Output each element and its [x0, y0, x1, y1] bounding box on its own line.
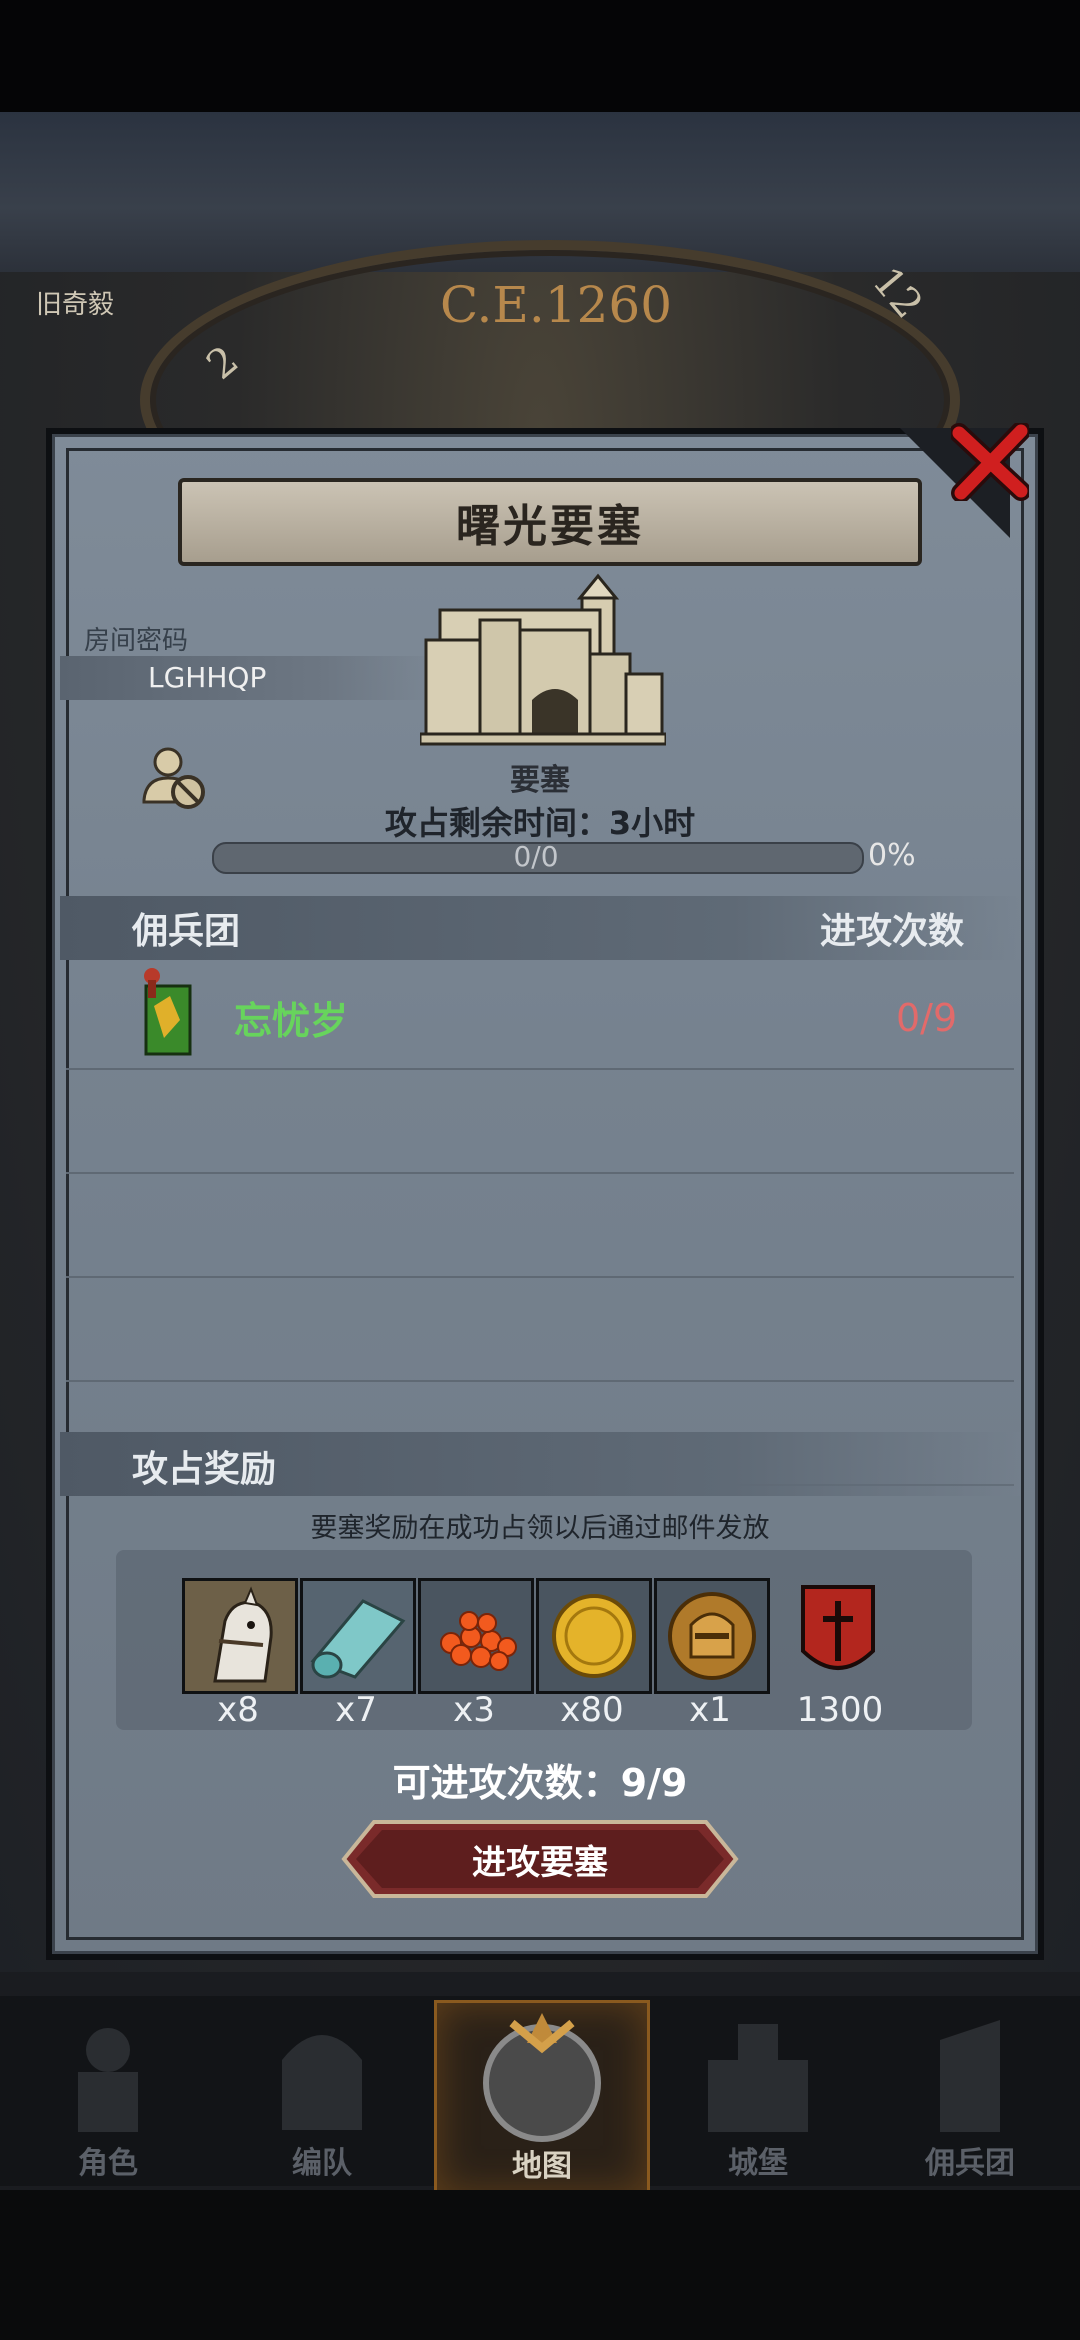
progress-text: 0/0 [513, 840, 559, 873]
horse-icon[interactable] [182, 1578, 298, 1694]
nav-map[interactable]: 地图 [434, 2000, 650, 2196]
status-bar [0, 0, 1080, 112]
fortress-label: 要塞 [510, 763, 570, 798]
nav-formation[interactable]: 编队 [222, 2000, 422, 2190]
gold-coin-icon[interactable] [536, 1578, 652, 1694]
reward-qty: x80 [560, 1690, 624, 1730]
castle-icon [418, 570, 668, 746]
cloth-roll-icon[interactable] [300, 1578, 416, 1694]
knight-icon [78, 2028, 138, 2132]
room-password-label: 房间密码 [84, 626, 189, 656]
nav-label: 角色 [78, 2146, 138, 2181]
helmet-icon [282, 2035, 362, 2130]
nav-label: 佣兵团 [925, 2146, 1015, 2181]
nav-character[interactable]: 角色 [8, 2000, 208, 2190]
attack-fortress-button[interactable]: 进攻要塞 [324, 1818, 756, 1900]
nav-label: 地图 [512, 2149, 572, 2184]
reward-qty: x7 [335, 1690, 377, 1730]
attack-count-header: 进攻次数 [820, 911, 965, 952]
mercenary-attack-count: 0/9 [896, 996, 958, 1040]
guild-banner-icon [140, 966, 196, 1056]
reward-note: 要塞奖励在成功占领以后通过邮件发放 [310, 1513, 770, 1544]
red-shield-emblem-icon[interactable] [780, 1578, 896, 1694]
mercenary-name: 忘忧岁 [234, 999, 349, 1043]
progress-percent: 0% [868, 838, 916, 873]
year-label: C.E.1260 [440, 276, 673, 334]
reward-qty: x3 [453, 1690, 495, 1730]
nav-mercenary[interactable]: 佣兵团 [870, 2000, 1070, 2190]
knight-helmet-coin-icon[interactable] [654, 1578, 770, 1694]
close-icon [951, 423, 1029, 501]
nav-label: 城堡 [728, 2146, 788, 2181]
orange-gems-icon[interactable] [418, 1578, 534, 1694]
user-blocked-icon[interactable] [138, 742, 210, 814]
reward-qty: x1 [689, 1690, 731, 1730]
mercenary-nav-icon [940, 2020, 1000, 2132]
dialog-title: 曙光要塞 [178, 478, 922, 566]
nav-label: 编队 [292, 2146, 352, 2181]
mercenary-section-title: 佣兵团 [132, 911, 241, 952]
empty-row [66, 1276, 1014, 1382]
reward-qty: 1300 [796, 1690, 884, 1730]
mercenary-row[interactable] [66, 964, 1014, 1070]
attack-button-label: 进攻要塞 [472, 1842, 608, 1883]
background-text: 旧奇毅 [36, 290, 115, 320]
reward-section-title: 攻占奖励 [132, 1449, 277, 1490]
attacks-remaining: 可进攻次数：9/9 [392, 1761, 688, 1805]
reward-qty: x8 [217, 1690, 259, 1730]
empty-row [66, 1172, 1014, 1278]
room-code[interactable]: LGHHQP [148, 661, 266, 694]
nav-castle[interactable]: 城堡 [658, 2000, 858, 2190]
compass-map-icon [483, 2013, 601, 2142]
castle-nav-icon [708, 2024, 808, 2132]
empty-row [66, 1068, 1014, 1174]
time-remaining: 攻占剩余时间：3小时 [384, 804, 696, 842]
bottom-bar [0, 2190, 1080, 2340]
close-button[interactable] [938, 412, 1042, 512]
